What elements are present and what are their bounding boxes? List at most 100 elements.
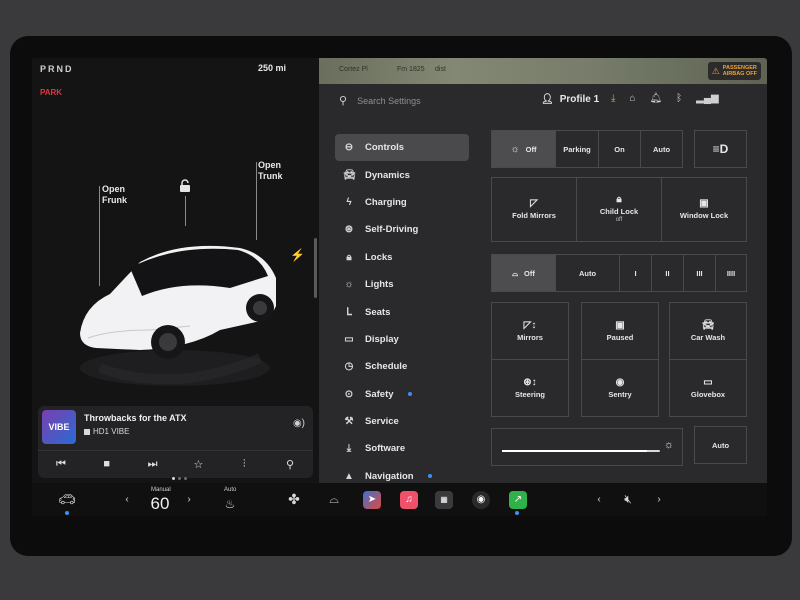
menu-item-label: Software [365,443,406,455]
menu-item-controls[interactable]: ⊖ Controls [335,134,469,162]
search-settings-input[interactable]: Search Settings [357,96,421,106]
sun-icon: ☼ [344,279,354,291]
menu-item-dynamics[interactable]: 🚘︎ Dynamics [335,161,469,188]
broadcast-signal-icon[interactable]: ◉) [293,418,305,429]
profile-button[interactable]: 👤︎ Profile 1 [541,94,599,105]
brightness-sun-icon: ☼ [663,439,674,451]
child-lock-button[interactable]: 🔒︎ Child Lock off [576,177,662,242]
window-lock-icon: ▣ [699,198,709,209]
search-icon: ⚲ [339,95,348,107]
media-controls: ⏮ ■ ⏭ ☆ ⫶ ⚲ [38,450,313,477]
menu-item-service[interactable]: ⚒ Service [335,408,469,435]
mirrors-adjust-button[interactable]: ◸↕ Mirrors [491,302,569,360]
menu-item-label: Dynamics [365,169,410,181]
wiper-speed-4-button[interactable]: IIII [715,254,747,292]
car-model-image [80,245,276,386]
battery-range[interactable]: 250 mi [258,63,286,73]
track-title: Throwbacks for the ATX [84,413,187,423]
menu-item-charging[interactable]: ϟ Charging [335,189,469,216]
headlights-auto-button[interactable]: Auto [640,130,683,168]
car-wash-button[interactable]: 🚘︎ Car Wash [669,302,747,360]
next-track-icon[interactable]: ⏭ [140,454,166,474]
menu-item-safety[interactable]: ⊙ Safety [335,381,469,408]
homelink-garage-icon[interactable]: ⌂ [629,93,635,104]
defrost-icon[interactable]: ⌓ [322,483,346,516]
media-player[interactable]: VIBE Throwbacks for the ATX HD1 VIBE ◉) … [38,406,313,478]
car-icon: 🚘︎ [343,169,356,181]
seat-heater-icon[interactable]: ♨ [218,487,242,516]
wiper-speed-2-button[interactable]: II [651,254,684,292]
brightness-slider-track [502,450,660,452]
steering-adjust-button[interactable]: ⊛↕ Steering [491,359,569,417]
headlight-off-icon: ☼ [510,143,520,155]
notification-dot [427,474,432,479]
menu-item-schedule[interactable]: ◷ Schedule [335,353,469,380]
notification-dot [407,392,412,397]
temp-up-chevron-icon[interactable]: › [182,483,196,516]
status-icons: ⤓ ⌂ 🔔︎ ᛒ ▂▄▆ [611,93,719,104]
headlights-off-button[interactable]: ☼ Off [491,130,556,168]
previous-track-icon[interactable]: ⏮ [48,454,74,474]
notification-bell-icon[interactable]: 🔔︎ [649,93,662,104]
shield-icon: ⊙ [344,388,354,400]
search-settings[interactable]: ⚲ Search Settings [339,94,421,107]
music-app-icon[interactable]: ♫ [397,483,421,516]
fold-mirrors-button[interactable]: ◸ Fold Mirrors [491,177,577,242]
menu-item-label: Self-Driving [365,224,419,236]
settings-top-bar: ⚲ Search Settings 👤︎ Profile 1 ⤓ ⌂ 🔔︎ ᛒ … [319,84,767,118]
cabin-temperature[interactable]: 60 [142,487,178,516]
gear-indicator[interactable]: PRND [40,64,74,74]
wipers-off-button[interactable]: ⌓ Off [491,254,556,292]
volume-up-chevron-icon[interactable]: › [652,483,666,516]
map-strip[interactable]: Cortez Pl Fm 1825 dist ⚠ PASSENGER AIRBAG… [319,58,767,84]
car-active-dot [65,511,69,515]
glovebox-button[interactable]: ▭ Glovebox [669,359,747,417]
open-trunk-button[interactable]: Open Trunk [258,160,283,182]
camera-app-icon[interactable]: ◉ [469,483,493,516]
menu-item-label: Service [365,416,399,428]
menu-item-seats[interactable]: ᒪ Seats [335,298,469,325]
wiper-speed-1-button[interactable]: I [619,254,652,292]
menu-item-lights[interactable]: ☼ Lights [335,271,469,298]
hd-radio-icon [84,428,90,435]
menu-item-locks[interactable]: 🔒︎ Locks [335,244,469,271]
volume-down-chevron-icon[interactable]: ‹ [592,483,606,516]
mute-speaker-icon[interactable]: 🔇︎ [616,483,640,516]
mirror-adjust-icon: ◸↕ [523,319,537,331]
fan-icon[interactable]: ✤ [282,483,306,516]
temp-down-chevron-icon[interactable]: ‹ [120,483,134,516]
window-lock-button[interactable]: ▣ Window Lock [661,177,747,242]
sentry-mode-button[interactable]: ◉ Sentry [581,359,659,417]
bluetooth-icon[interactable]: ᛒ [676,93,682,104]
wipers-auto-button[interactable]: Auto [555,254,620,292]
bolt-icon: ϟ [346,196,352,208]
panel-scrollbar[interactable] [314,238,317,298]
wiper-speed-3-button[interactable]: III [683,254,716,292]
menu-item-display[interactable]: ▭ Display [335,326,469,353]
brightness-auto-button[interactable]: Auto [694,426,747,464]
display-icon: ▭ [344,333,354,345]
charge-port-icon[interactable]: ⚡ [290,248,305,262]
favorite-star-icon[interactable]: ☆ [185,454,211,474]
lock-icon: 🔒︎ [346,251,352,263]
settings-menu: ⊖ Controls 🚘︎ Dynamics ϟ Charging ⊛ Self-Drivin… [335,134,469,490]
equalizer-icon[interactable]: ⫶ [231,454,257,474]
media-search-icon[interactable]: ⚲ [277,454,303,474]
clock-icon: ◷ [344,361,354,373]
headlights-on-button[interactable]: On [598,130,641,168]
menu-item-label: Schedule [365,361,408,373]
software-update-icon[interactable]: ⤓ [611,93,615,104]
steering-adjust-icon: ⊛↕ [523,376,537,388]
high-beam-icon[interactable]: ≡D [694,130,747,168]
dashcam-paused-button[interactable]: ▣ Paused [581,302,659,360]
menu-item-self-driving[interactable]: ⊛ Self-Driving [335,216,469,243]
open-frunk-button[interactable]: Open Frunk [102,184,127,206]
recent-apps-icon[interactable]: ▦ [432,483,456,516]
stop-icon[interactable]: ■ [94,454,120,474]
brightness-slider[interactable]: ☼ [491,428,683,466]
menu-item-software[interactable]: ⤓ Software [335,435,469,462]
headlights-parking-button[interactable]: Parking [555,130,599,168]
menu-item-label: Lights [365,279,394,291]
navigation-app-icon[interactable]: ➤ [360,483,384,516]
media-pager-dots [172,477,187,480]
